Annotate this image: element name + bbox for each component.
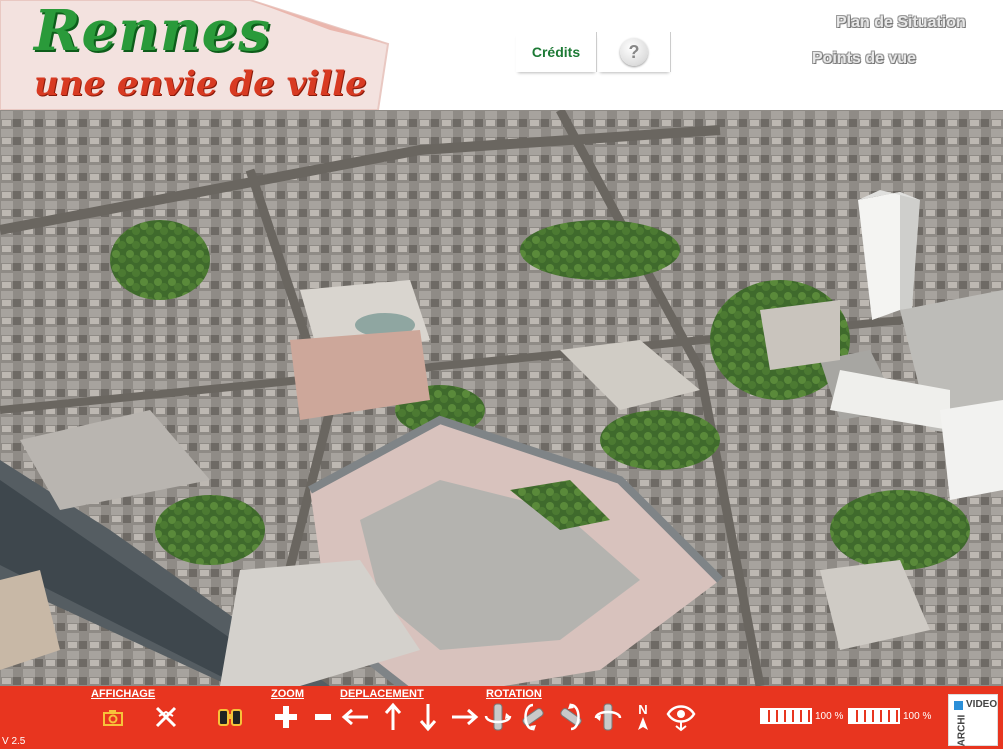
city-3d-view[interactable] — [0, 110, 1003, 686]
brand-video-text: VIDEO — [966, 699, 998, 710]
version-label: V 2.5 — [2, 736, 26, 747]
north-button[interactable]: N — [628, 702, 658, 732]
archivideo-logo: VIDEO ARCHI — [948, 694, 998, 746]
move-up-button[interactable] — [378, 702, 408, 732]
arrow-up-icon — [384, 702, 402, 730]
move-down-button[interactable] — [413, 702, 443, 732]
section-deplacement: DEPLACEMENT — [340, 688, 424, 700]
tilt-down-button[interactable] — [556, 702, 586, 732]
quality-meter-2[interactable]: 100 % — [848, 708, 931, 724]
nav-points-de-vue[interactable]: Points de vue — [812, 50, 916, 68]
meter-fill-1 — [762, 710, 810, 722]
tilt-up-icon — [522, 703, 544, 731]
camera-button[interactable] — [98, 702, 128, 732]
meter-bar-1 — [760, 708, 812, 724]
meter-value-1: 100 % — [815, 710, 844, 722]
section-rotation: ROTATION — [486, 688, 542, 700]
tab-credits[interactable]: Crédits — [516, 32, 597, 72]
north-label: N — [638, 702, 647, 717]
rotate-right-icon — [594, 703, 622, 731]
zoom-in-button[interactable] — [271, 702, 301, 732]
camera-icon — [103, 710, 123, 726]
toolbar: AFFICHAGE ZOOM DEPLACEMENT ROTATION N 10… — [0, 686, 1003, 749]
zoom-out-button[interactable] — [308, 702, 338, 732]
city-render — [0, 110, 1003, 686]
arrow-right-icon — [452, 708, 479, 726]
section-affichage: AFFICHAGE — [91, 688, 156, 700]
tab-help[interactable]: ? — [598, 32, 671, 72]
help-icon: ? — [620, 38, 648, 66]
header: Rennes une envie de ville Crédits ? Plan… — [0, 0, 1003, 110]
meter-bar-2 — [848, 708, 900, 724]
arrow-left-icon — [341, 708, 368, 726]
rotate-left-icon — [484, 703, 512, 731]
brand-square — [954, 701, 963, 710]
layers-toggle-icon — [155, 706, 177, 728]
section-zoom: ZOOM — [271, 688, 304, 700]
binoculars-button[interactable] — [215, 702, 245, 732]
eye-icon — [666, 705, 696, 732]
meter-fill-2 — [850, 710, 898, 722]
tilt-down-icon — [560, 703, 582, 731]
meter-value-2: 100 % — [903, 710, 932, 722]
tab-credits-label: Crédits — [531, 44, 581, 60]
zoom-out-icon — [315, 714, 331, 720]
logo-tagline: une envie de ville — [34, 64, 367, 104]
binoculars-icon — [218, 709, 242, 726]
nav-plan-de-situation[interactable]: Plan de Situation — [836, 14, 966, 32]
view-mode-button[interactable] — [666, 702, 696, 732]
arrow-down-icon — [419, 704, 437, 732]
quality-meter-1[interactable]: 100 % — [760, 708, 843, 724]
move-left-button[interactable] — [340, 702, 370, 732]
zoom-in-icon — [275, 706, 297, 728]
rotate-left-button[interactable] — [483, 702, 513, 732]
logo-title: Rennes — [34, 0, 271, 64]
move-right-button[interactable] — [450, 702, 480, 732]
layers-toggle-button[interactable] — [151, 702, 181, 732]
tilt-up-button[interactable] — [518, 702, 548, 732]
north-icon: N — [638, 702, 648, 730]
brand-archi-text: ARCHI — [956, 714, 968, 747]
rotate-right-button[interactable] — [593, 702, 623, 732]
